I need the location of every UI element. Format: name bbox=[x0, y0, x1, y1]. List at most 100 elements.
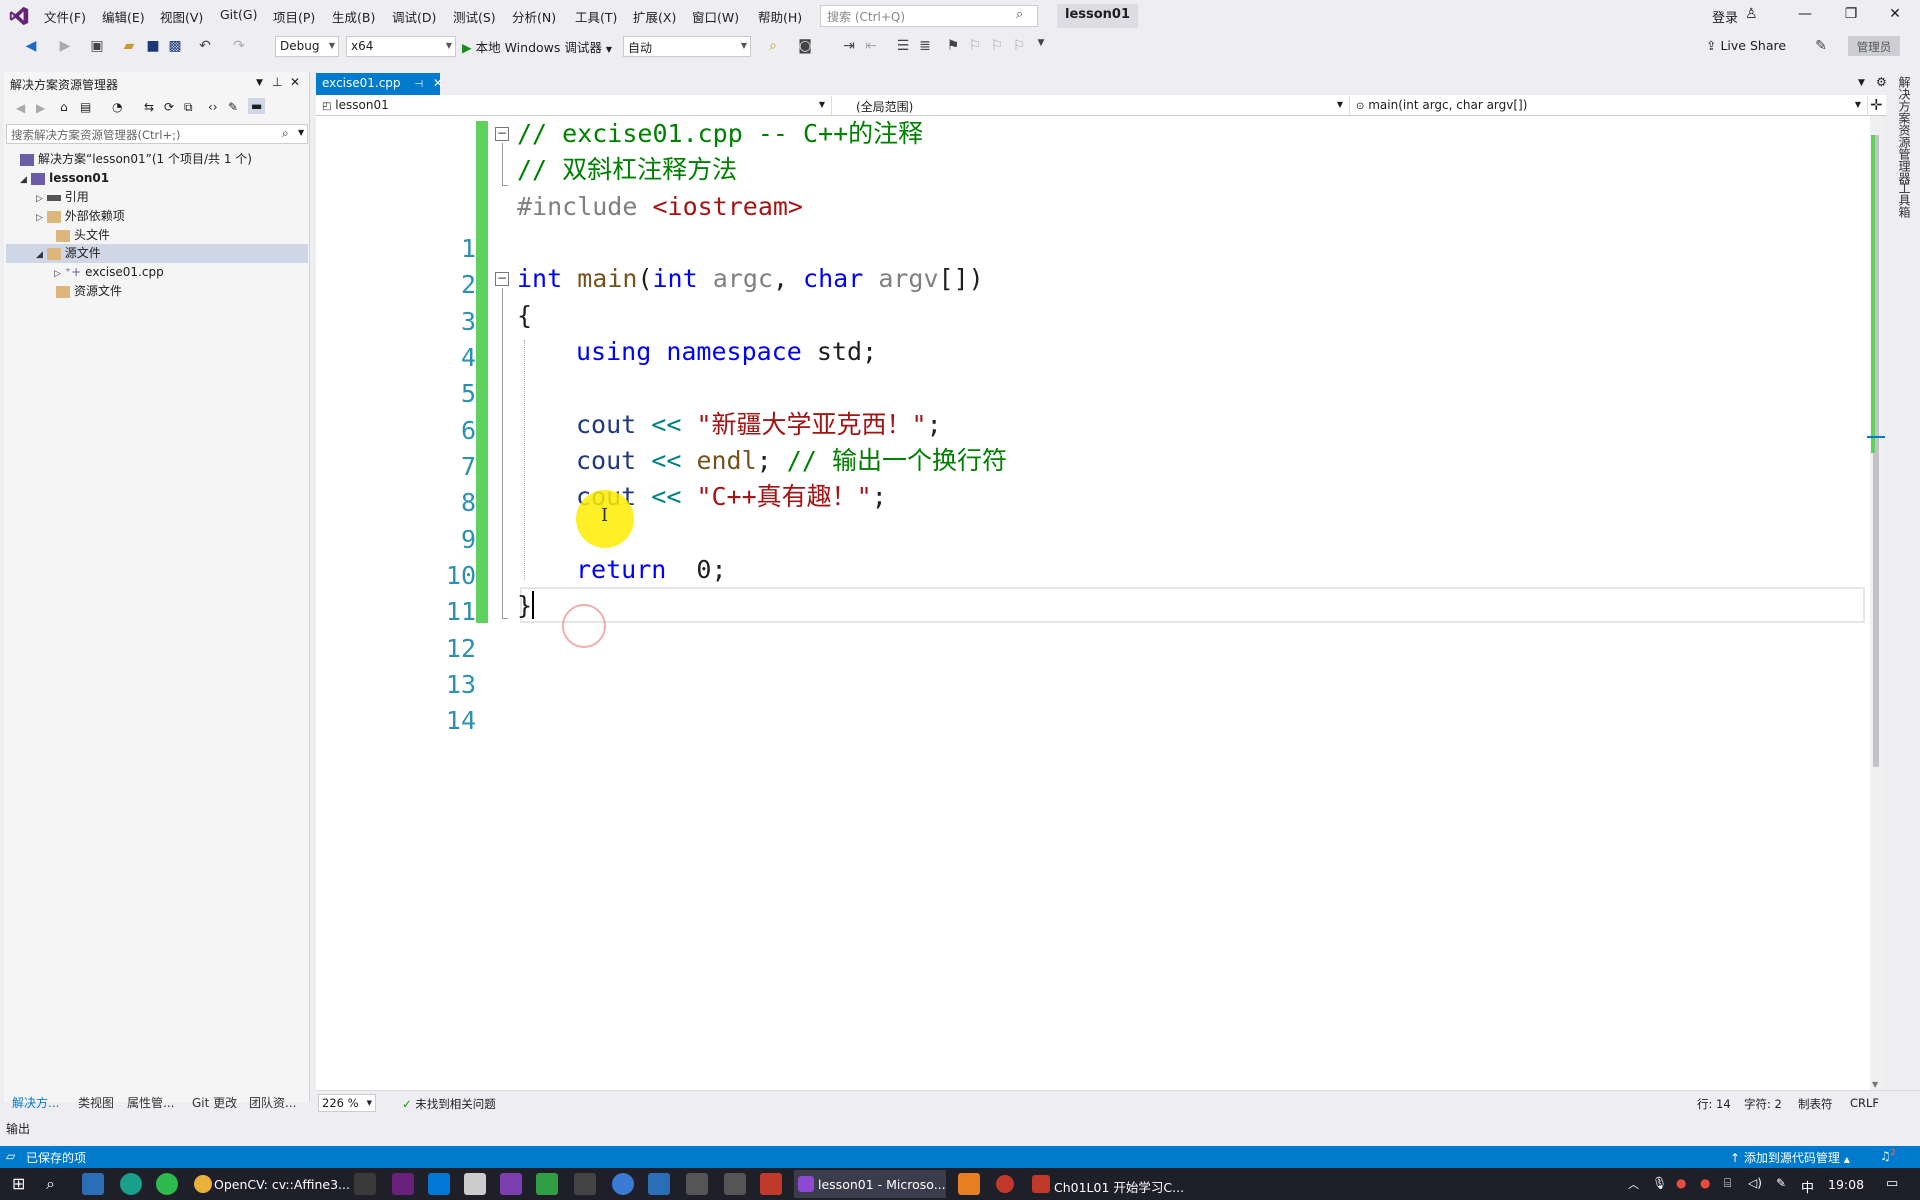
action-center-icon[interactable]: ▭ bbox=[1886, 1176, 1898, 1191]
pin-icon[interactable]: ⊣ bbox=[414, 79, 423, 90]
pen-icon[interactable]: ✎ bbox=[1776, 1176, 1786, 1190]
search-icon[interactable]: ⌕ bbox=[46, 1174, 55, 1194]
sublime-icon[interactable] bbox=[958, 1173, 980, 1195]
step-over-icon[interactable]: ⇤ bbox=[862, 38, 880, 54]
menu-debug[interactable]: 调试(D) bbox=[392, 7, 436, 26]
tree-references[interactable]: ▷ 引用 bbox=[36, 188, 89, 207]
vscode-icon[interactable] bbox=[428, 1173, 450, 1195]
new-project-icon[interactable]: ▣ bbox=[88, 38, 106, 54]
microphone-icon[interactable]: 🎙 bbox=[1652, 1176, 1667, 1190]
tab-solution-explorer[interactable]: 解决方... bbox=[12, 1094, 59, 1111]
configuration-select[interactable]: Debug ▼ bbox=[275, 36, 339, 57]
network-icon[interactable]: ⌸ bbox=[1724, 1176, 1731, 1191]
powerpoint-icon[interactable] bbox=[1032, 1175, 1050, 1193]
forward-icon[interactable]: ▶ bbox=[36, 101, 45, 115]
nav-scope-dropdown[interactable]: (全局范围) ▼ bbox=[834, 96, 1350, 115]
tray-chevron-icon[interactable]: ︿ bbox=[1628, 1176, 1639, 1192]
back-icon[interactable]: ◀ bbox=[16, 101, 25, 115]
filezilla-icon[interactable] bbox=[760, 1173, 782, 1195]
menu-window[interactable]: 窗口(W) bbox=[692, 7, 739, 26]
issues-indicator[interactable]: ✓ 未找到相关问题 bbox=[402, 1096, 496, 1112]
screenshot-icon[interactable]: ◙ bbox=[796, 38, 814, 54]
search-icon[interactable]: ⌕ bbox=[1016, 7, 1032, 23]
add-to-source-control-button[interactable]: ↑ 添加到源代码管理 ▲ bbox=[1730, 1149, 1850, 1166]
pending-changes-icon[interactable]: ◔ bbox=[112, 100, 122, 114]
menu-file[interactable]: 文件(F) bbox=[44, 7, 86, 26]
edge-icon[interactable] bbox=[120, 1173, 142, 1195]
save-icon[interactable]: ■ bbox=[144, 38, 162, 54]
notifications-bell-icon[interactable]: ♫2 bbox=[1880, 1148, 1896, 1163]
nav-project-dropdown[interactable]: ◰ lesson01 ▼ bbox=[318, 96, 832, 115]
tray-app-icon[interactable]: ● bbox=[1700, 1176, 1710, 1190]
menu-build[interactable]: 生成(B) bbox=[332, 7, 375, 26]
tab-class-view[interactable]: 类视图 bbox=[78, 1094, 114, 1111]
tab-property-manager[interactable]: 属性管... bbox=[127, 1094, 174, 1111]
tree-external-deps[interactable]: ▷ 外部依赖项 bbox=[36, 207, 125, 226]
toolbar-overflow-icon[interactable]: ▼ bbox=[1032, 38, 1050, 48]
taskbar-item-opencv[interactable]: OpenCV: cv::Affine3... bbox=[214, 1177, 350, 1192]
clear-bookmark-icon[interactable]: ⚐ bbox=[1010, 38, 1028, 54]
menu-extensions[interactable]: 扩展(X) bbox=[633, 7, 676, 26]
forward-icon[interactable]: ▶ bbox=[56, 38, 74, 54]
tree-project[interactable]: ◢ lesson01 bbox=[20, 169, 109, 188]
menu-tools[interactable]: 工具(T) bbox=[575, 7, 617, 26]
solution-search-input[interactable]: 搜索解决方案资源管理器(Ctrl+;) bbox=[6, 124, 308, 144]
show-code-icon[interactable]: ‹› bbox=[208, 100, 218, 114]
tree-file-excise01[interactable]: ▷ ⁺+ excise01.cpp bbox=[54, 263, 164, 282]
collapse-all-icon[interactable]: ⧉ bbox=[184, 100, 193, 115]
tray-record-icon[interactable]: ● bbox=[1676, 1176, 1686, 1190]
feedback-icon[interactable]: ✎ bbox=[1812, 38, 1830, 54]
tree-source-files[interactable]: ◢ 源文件 bbox=[36, 244, 101, 263]
properties-icon[interactable]: ✎ bbox=[228, 100, 238, 114]
split-view-icon[interactable]: ✛ bbox=[1870, 96, 1883, 114]
app-icon-4[interactable] bbox=[536, 1173, 558, 1195]
refresh-icon[interactable]: ⟳ bbox=[164, 100, 174, 114]
platform-select[interactable]: x64 ▼ bbox=[346, 36, 456, 57]
line-ending-indicator[interactable]: CRLF bbox=[1850, 1096, 1879, 1110]
close-tab-icon[interactable]: ✕ bbox=[433, 76, 443, 90]
tree-header-files[interactable]: 头文件 bbox=[56, 226, 110, 245]
app-icon-6[interactable] bbox=[648, 1173, 670, 1195]
step-icon[interactable]: ⇥ bbox=[840, 38, 858, 54]
tab-team-explorer[interactable]: 团队资... bbox=[249, 1094, 296, 1111]
tree-solution[interactable]: 解决方案“lesson01”(1 个项目/共 1 个) bbox=[20, 150, 252, 169]
search-input[interactable]: 搜索 (Ctrl+Q) bbox=[820, 5, 1038, 27]
run-mode-select[interactable]: 自动 ▼ bbox=[623, 36, 751, 57]
live-share-button[interactable]: ⇪ Live Share bbox=[1706, 38, 1786, 53]
volume-icon[interactable]: ◁) bbox=[1748, 1176, 1762, 1190]
app-icon-3[interactable] bbox=[500, 1173, 522, 1195]
column-indicator[interactable]: 字符: 2 bbox=[1744, 1096, 1782, 1112]
tab-output[interactable]: 输出 bbox=[6, 1120, 30, 1137]
panel-menu-icon[interactable]: ▼ bbox=[256, 78, 263, 88]
home-icon[interactable]: ⌂ bbox=[60, 100, 68, 114]
back-icon[interactable]: ◀ bbox=[22, 38, 40, 54]
menu-help[interactable]: 帮助(H) bbox=[758, 7, 802, 26]
record-icon[interactable] bbox=[996, 1175, 1014, 1193]
app-icon-5[interactable] bbox=[612, 1173, 634, 1195]
menu-analyze[interactable]: 分析(N) bbox=[512, 7, 556, 26]
indent-icon[interactable]: ☰ bbox=[894, 38, 912, 54]
preview-icon[interactable]: ▬ bbox=[248, 98, 266, 114]
menu-edit[interactable]: 编辑(E) bbox=[102, 7, 145, 26]
minimize-button[interactable]: — bbox=[1790, 6, 1820, 22]
sync-icon[interactable]: ⇆ bbox=[144, 100, 154, 114]
start-debugging-button[interactable]: ▶ 本地 Windows 调试器 ▼ bbox=[462, 37, 612, 56]
tree-resource-files[interactable]: 资源文件 bbox=[56, 282, 122, 301]
bookmark-icon[interactable]: ⚑ bbox=[944, 38, 962, 54]
open-icon[interactable]: ▰ bbox=[120, 38, 138, 54]
tab-git-changes[interactable]: Git 更改 bbox=[192, 1094, 237, 1111]
dock-tab-solution-explorer[interactable]: 解决方案资源管理器 bbox=[1896, 76, 1913, 184]
close-button[interactable]: ✕ bbox=[1880, 6, 1910, 22]
menu-test[interactable]: 测试(S) bbox=[453, 7, 496, 26]
user-icon[interactable]: ♙ bbox=[1745, 6, 1758, 22]
pycharm-icon[interactable] bbox=[574, 1173, 596, 1195]
collapse-region-icon[interactable]: − bbox=[495, 127, 509, 141]
undo-icon[interactable]: ↶ bbox=[196, 38, 214, 54]
tab-list-icon[interactable]: ▼ bbox=[1858, 78, 1865, 88]
tabs-mode-indicator[interactable]: 制表符 bbox=[1798, 1096, 1833, 1112]
chrome-icon[interactable] bbox=[194, 1175, 212, 1193]
taskbar-item-lesson01[interactable]: lesson01 - Microso... bbox=[818, 1177, 946, 1192]
zoom-select[interactable]: 226 % ▼ bbox=[318, 1094, 376, 1112]
close-panel-icon[interactable]: ✕ bbox=[290, 75, 300, 89]
switch-view-icon[interactable]: ▤ bbox=[80, 100, 91, 114]
